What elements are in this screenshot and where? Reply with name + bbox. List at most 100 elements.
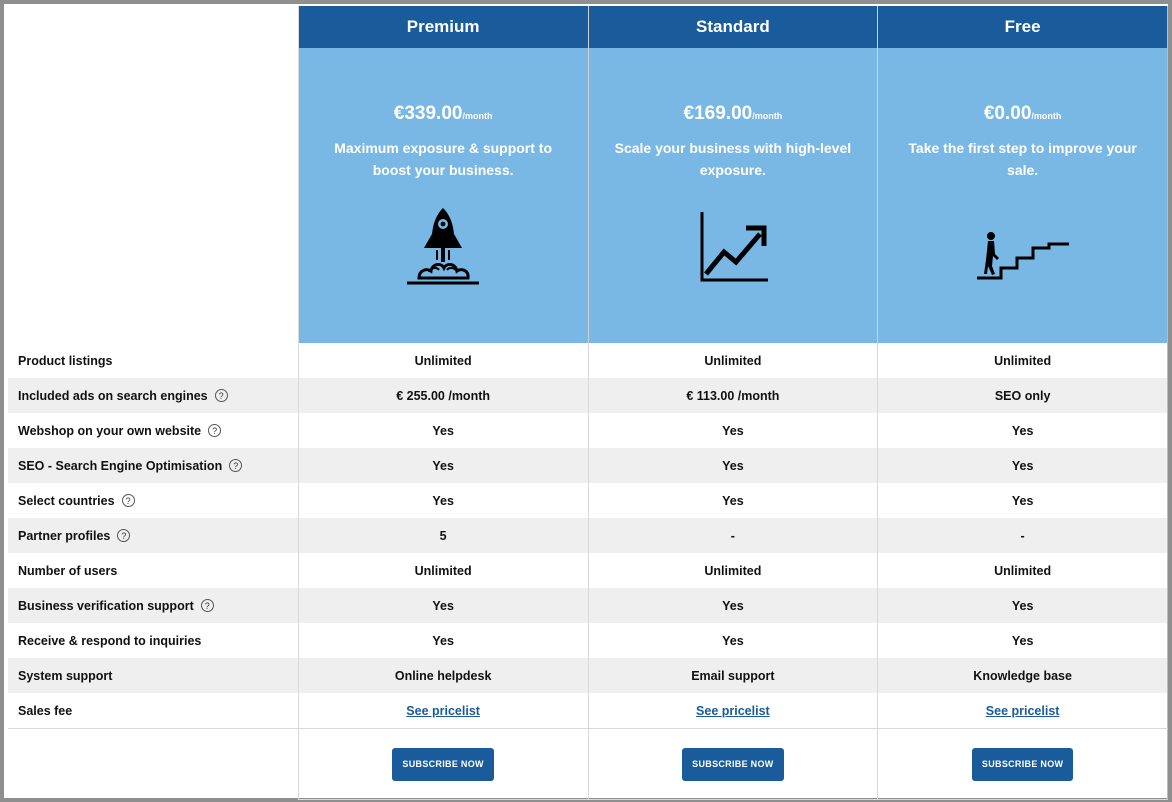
feature-label: Sales fee: [18, 703, 73, 718]
feature-value: 5: [439, 528, 447, 543]
price-period: /month: [462, 111, 493, 121]
feature-value-cell: Yes: [878, 483, 1168, 518]
subscribe-button-premium[interactable]: SUBSCRIBE NOW: [392, 747, 494, 781]
feature-value-cell: Yes: [878, 413, 1168, 448]
feature-value-cell: Email support: [589, 658, 879, 693]
feature-value: Yes: [432, 493, 454, 508]
feature-value: Yes: [722, 633, 744, 648]
feature-value-cell: -: [878, 518, 1168, 553]
feature-label: Webshop on your own website: [18, 423, 202, 438]
feature-value-cell: Yes: [589, 448, 879, 483]
table-row: Business verification support? Yes Yes Yes: [8, 588, 1168, 623]
subscribe-cell: SUBSCRIBE NOW: [298, 729, 589, 800]
feature-value: Yes: [1011, 493, 1034, 508]
price-line: €339.00/month: [299, 103, 588, 125]
feature-value-cell: Unlimited: [299, 343, 589, 378]
feature-value: Yes: [432, 633, 454, 648]
feature-value-cell: See pricelist: [589, 693, 879, 728]
feature-value: Yes: [722, 598, 744, 613]
feature-value: -: [730, 528, 735, 543]
feature-value: Yes: [722, 493, 744, 508]
help-icon[interactable]: ?: [200, 599, 214, 612]
feature-value: Unlimited: [704, 353, 762, 368]
feature-value: Unlimited: [704, 563, 762, 578]
feature-value: € 255.00 /month: [396, 388, 491, 403]
feature-label-cell: Number of users: [8, 553, 299, 588]
feature-value: Yes: [432, 598, 454, 613]
feature-value: -: [1020, 528, 1025, 543]
help-icon[interactable]: ?: [208, 424, 222, 437]
rocket-icon: [299, 204, 588, 288]
subscribe-button-standard[interactable]: SUBSCRIBE NOW: [682, 747, 784, 781]
growth-chart-icon: [589, 210, 878, 284]
feature-value-cell: Yes: [878, 588, 1168, 623]
feature-value-cell: SEO only: [878, 378, 1168, 413]
feature-value-cell: Yes: [589, 623, 879, 658]
stairs-climber-icon: [878, 228, 1167, 284]
plan-description: Take the first step to improve your sale…: [908, 140, 1137, 178]
pricing-table-frame: Premium €339.00/month Maximum exposure &…: [0, 0, 1172, 802]
table-row: Select countries? Yes Yes Yes: [8, 483, 1168, 518]
feature-value: Yes: [1011, 598, 1034, 613]
feature-label-cell: System support: [8, 658, 299, 693]
see-pricelist-link[interactable]: See pricelist: [696, 704, 770, 718]
subscribe-cell: SUBSCRIBE NOW: [878, 729, 1168, 800]
price-period: /month: [1031, 111, 1062, 121]
help-icon[interactable]: ?: [117, 529, 131, 542]
feature-value-cell: Unlimited: [878, 553, 1168, 588]
feature-value-cell: € 255.00 /month: [299, 378, 589, 413]
pricing-table: Premium €339.00/month Maximum exposure &…: [8, 6, 1168, 800]
feature-value: Unlimited: [414, 353, 472, 368]
subscribe-button-free[interactable]: SUBSCRIBE NOW: [971, 747, 1074, 781]
feature-label: SEO - Search Engine Optimisation: [18, 458, 223, 473]
feature-value: € 113.00 /month: [686, 388, 780, 403]
see-pricelist-link[interactable]: See pricelist: [406, 704, 480, 718]
feature-value-cell: Yes: [299, 448, 589, 483]
feature-value-cell: Unlimited: [299, 553, 589, 588]
help-icon[interactable]: ?: [121, 494, 135, 507]
feature-value-cell: Yes: [299, 588, 589, 623]
feature-label: System support: [18, 668, 113, 683]
feature-value-cell: 5: [299, 518, 589, 553]
plan-header-free: Free €0.00/month Take the first step to …: [878, 6, 1168, 343]
plan-description: Maximum exposure & support to boost your…: [334, 140, 553, 178]
feature-label-cell: SEO - Search Engine Optimisation?: [8, 448, 299, 483]
feature-value: Knowledge base: [973, 668, 1072, 683]
feature-label-cell: Partner profiles?: [8, 518, 299, 553]
feature-label: Included ads on search engines: [18, 388, 208, 403]
price-line: €0.00/month: [878, 103, 1167, 125]
feature-label-cell: Product listings: [8, 343, 299, 378]
feature-value: Yes: [432, 423, 454, 438]
feature-label: Partner profiles: [18, 528, 111, 543]
feature-value: Yes: [1011, 423, 1034, 438]
table-row: Product listings Unlimited Unlimited Unlimi…: [8, 343, 1168, 378]
plan-description: Scale your business with high-level expo…: [614, 140, 852, 178]
help-icon[interactable]: ?: [229, 459, 243, 472]
feature-label-cell: Receive & respond to inquiries: [8, 623, 299, 658]
feature-label-cell: Webshop on your own website?: [8, 413, 299, 448]
feature-value-cell: Knowledge base: [878, 658, 1168, 693]
feature-value: Unlimited: [414, 563, 472, 578]
feature-value-cell: Yes: [589, 413, 879, 448]
feature-value: Yes: [1011, 458, 1034, 473]
feature-value: Yes: [1011, 633, 1034, 648]
feature-label-cell: Business verification support?: [8, 588, 299, 623]
feature-value-cell: Unlimited: [878, 343, 1168, 378]
feature-value-cell: Yes: [299, 483, 589, 518]
feature-label: Product listings: [18, 353, 113, 368]
feature-rows: Product listings Unlimited Unlimited Unlimi…: [8, 343, 1168, 728]
feature-value: Yes: [722, 423, 744, 438]
plan-header-premium: Premium €339.00/month Maximum exposure &…: [298, 6, 589, 343]
feature-value-cell: Yes: [878, 623, 1168, 658]
price-line: €169.00/month: [589, 103, 878, 125]
feature-label: Business verification support: [18, 598, 194, 613]
table-row: System support Online helpdesk Email suppo…: [8, 658, 1168, 693]
feature-value: SEO only: [994, 388, 1051, 403]
help-icon[interactable]: ?: [214, 389, 228, 402]
table-row: Included ads on search engines? € 255.00 …: [8, 378, 1168, 413]
see-pricelist-link[interactable]: See pricelist: [986, 704, 1060, 718]
feature-value-cell: See pricelist: [878, 693, 1168, 728]
table-row: Sales fee See pricelist See pricelist See p…: [8, 693, 1168, 728]
feature-label-cell: Select countries?: [8, 483, 299, 518]
plan-price: €0.00: [983, 103, 1032, 124]
